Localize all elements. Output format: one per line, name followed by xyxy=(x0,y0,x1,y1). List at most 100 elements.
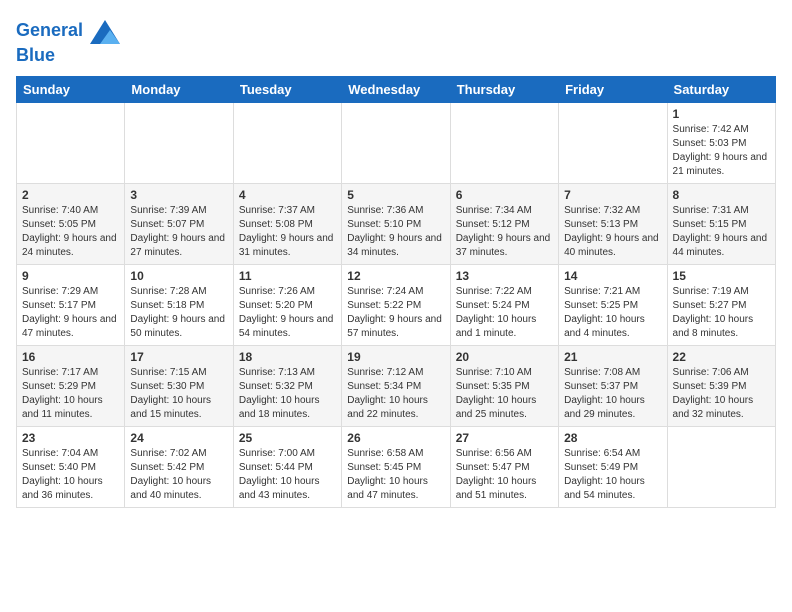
calendar-cell: 5 Sunrise: 7:36 AM Sunset: 5:10 PM Daylig… xyxy=(342,183,450,264)
calendar-cell xyxy=(450,102,558,183)
day-info: Sunrise: 7:21 AM Sunset: 5:25 PM Dayligh… xyxy=(564,285,661,341)
logo-text: General xyxy=(16,16,120,46)
calendar-body: 1 Sunrise: 7:42 AM Sunset: 5:03 PM Daylig… xyxy=(17,102,776,507)
day-info: Sunrise: 7:28 AM Sunset: 5:18 PM Dayligh… xyxy=(130,285,227,341)
day-number: 10 xyxy=(130,269,227,283)
day-info: Sunrise: 7:39 AM Sunset: 5:07 PM Dayligh… xyxy=(130,204,227,260)
day-info: Sunrise: 7:08 AM Sunset: 5:37 PM Dayligh… xyxy=(564,366,661,422)
day-info: Sunrise: 7:36 AM Sunset: 5:10 PM Dayligh… xyxy=(347,204,444,260)
calendar-week-5: 23Sunrise: 7:04 AM Sunset: 5:40 PM Dayli… xyxy=(17,426,776,507)
day-number: 6 xyxy=(456,188,553,202)
calendar-cell: 26 Sunrise: 6:58 AM Sunset: 5:45 PM Dayli… xyxy=(342,426,450,507)
day-info: Sunrise: 7:10 AM Sunset: 5:35 PM Dayligh… xyxy=(456,366,553,422)
day-number: 26 xyxy=(347,431,444,445)
calendar-cell: 12 Sunrise: 7:24 AM Sunset: 5:22 PM Dayli… xyxy=(342,264,450,345)
day-number: 5 xyxy=(347,188,444,202)
calendar-cell: 9 Sunrise: 7:29 AM Sunset: 5:17 PM Daylig… xyxy=(17,264,125,345)
day-info: Sunrise: 6:58 AM Sunset: 5:45 PM Dayligh… xyxy=(347,447,444,503)
calendar-cell: 17 Sunrise: 7:15 AM Sunset: 5:30 PM Dayli… xyxy=(125,345,233,426)
calendar-cell: 27 Sunrise: 6:56 AM Sunset: 5:47 PM Dayli… xyxy=(450,426,558,507)
day-number: 15 xyxy=(673,269,770,283)
day-number: 25 xyxy=(239,431,336,445)
day-info: Sunrise: 7:15 AM Sunset: 5:30 PM Dayligh… xyxy=(130,366,227,422)
day-number: 11 xyxy=(239,269,336,283)
calendar-cell xyxy=(559,102,667,183)
calendar-week-1: 1 Sunrise: 7:42 AM Sunset: 5:03 PM Daylig… xyxy=(17,102,776,183)
calendar-table: SundayMondayTuesdayWednesdayThursdayFrid… xyxy=(16,76,776,508)
day-info: Sunrise: 7:22 AM Sunset: 5:24 PM Dayligh… xyxy=(456,285,553,341)
day-number: 17 xyxy=(130,350,227,364)
calendar-cell: 25 Sunrise: 7:00 AM Sunset: 5:44 PM Dayli… xyxy=(233,426,341,507)
day-number: 4 xyxy=(239,188,336,202)
weekday-header-tuesday: Tuesday xyxy=(233,76,341,102)
day-info: Sunrise: 7:24 AM Sunset: 5:22 PM Dayligh… xyxy=(347,285,444,341)
day-info: Sunrise: 7:34 AM Sunset: 5:12 PM Dayligh… xyxy=(456,204,553,260)
day-info: Sunrise: 7:02 AM Sunset: 5:42 PM Dayligh… xyxy=(130,447,227,503)
calendar-cell: 20 Sunrise: 7:10 AM Sunset: 5:35 PM Dayli… xyxy=(450,345,558,426)
calendar-cell: 21 Sunrise: 7:08 AM Sunset: 5:37 PM Dayli… xyxy=(559,345,667,426)
day-number: 8 xyxy=(673,188,770,202)
calendar-week-3: 9 Sunrise: 7:29 AM Sunset: 5:17 PM Daylig… xyxy=(17,264,776,345)
day-number: 21 xyxy=(564,350,661,364)
calendar-cell: 11 Sunrise: 7:26 AM Sunset: 5:20 PM Dayli… xyxy=(233,264,341,345)
day-number: 28 xyxy=(564,431,661,445)
day-info: Sunrise: 6:54 AM Sunset: 5:49 PM Dayligh… xyxy=(564,447,661,503)
day-info: Sunrise: 6:56 AM Sunset: 5:47 PM Dayligh… xyxy=(456,447,553,503)
calendar-cell: 15 Sunrise: 7:19 AM Sunset: 5:27 PM Dayli… xyxy=(667,264,775,345)
day-info: Sunrise: 7:32 AM Sunset: 5:13 PM Dayligh… xyxy=(564,204,661,260)
day-info: Sunrise: 7:19 AM Sunset: 5:27 PM Dayligh… xyxy=(673,285,770,341)
day-number: 19 xyxy=(347,350,444,364)
weekday-header-saturday: Saturday xyxy=(667,76,775,102)
calendar-cell: 4Sunrise: 7:37 AM Sunset: 5:08 PM Daylig… xyxy=(233,183,341,264)
day-number: 13 xyxy=(456,269,553,283)
calendar-cell xyxy=(125,102,233,183)
day-number: 3 xyxy=(130,188,227,202)
calendar-cell: 8 Sunrise: 7:31 AM Sunset: 5:15 PM Daylig… xyxy=(667,183,775,264)
calendar-cell xyxy=(667,426,775,507)
logo: General Blue xyxy=(16,16,120,66)
day-info: Sunrise: 7:26 AM Sunset: 5:20 PM Dayligh… xyxy=(239,285,336,341)
calendar-cell: 13 Sunrise: 7:22 AM Sunset: 5:24 PM Dayli… xyxy=(450,264,558,345)
calendar-week-4: 16 Sunrise: 7:17 AM Sunset: 5:29 PM Dayli… xyxy=(17,345,776,426)
weekday-header-friday: Friday xyxy=(559,76,667,102)
day-info: Sunrise: 7:12 AM Sunset: 5:34 PM Dayligh… xyxy=(347,366,444,422)
day-number: 12 xyxy=(347,269,444,283)
day-info: Sunrise: 7:13 AM Sunset: 5:32 PM Dayligh… xyxy=(239,366,336,422)
calendar-cell: 2 Sunrise: 7:40 AM Sunset: 5:05 PM Daylig… xyxy=(17,183,125,264)
calendar-cell: 28 Sunrise: 6:54 AM Sunset: 5:49 PM Dayli… xyxy=(559,426,667,507)
day-number: 7 xyxy=(564,188,661,202)
logo-blue: Blue xyxy=(16,46,120,66)
page-header: General Blue xyxy=(16,16,776,66)
day-number: 16 xyxy=(22,350,119,364)
calendar-cell xyxy=(342,102,450,183)
day-number: 9 xyxy=(22,269,119,283)
day-info: Sunrise: 7:00 AM Sunset: 5:44 PM Dayligh… xyxy=(239,447,336,503)
calendar-cell: 19 Sunrise: 7:12 AM Sunset: 5:34 PM Dayli… xyxy=(342,345,450,426)
calendar-week-2: 2 Sunrise: 7:40 AM Sunset: 5:05 PM Daylig… xyxy=(17,183,776,264)
calendar-cell: 6 Sunrise: 7:34 AM Sunset: 5:12 PM Daylig… xyxy=(450,183,558,264)
day-info: Sunrise: 7:40 AM Sunset: 5:05 PM Dayligh… xyxy=(22,204,119,260)
calendar-cell: 1 Sunrise: 7:42 AM Sunset: 5:03 PM Daylig… xyxy=(667,102,775,183)
weekday-header-wednesday: Wednesday xyxy=(342,76,450,102)
day-info: Sunrise: 7:42 AM Sunset: 5:03 PM Dayligh… xyxy=(673,123,770,179)
calendar-cell: 23Sunrise: 7:04 AM Sunset: 5:40 PM Dayli… xyxy=(17,426,125,507)
day-number: 22 xyxy=(673,350,770,364)
calendar-cell xyxy=(233,102,341,183)
calendar-cell: 24Sunrise: 7:02 AM Sunset: 5:42 PM Dayli… xyxy=(125,426,233,507)
calendar-cell xyxy=(17,102,125,183)
calendar-cell: 22 Sunrise: 7:06 AM Sunset: 5:39 PM Dayli… xyxy=(667,345,775,426)
calendar-cell: 7 Sunrise: 7:32 AM Sunset: 5:13 PM Daylig… xyxy=(559,183,667,264)
day-number: 27 xyxy=(456,431,553,445)
calendar-cell: 3 Sunrise: 7:39 AM Sunset: 5:07 PM Daylig… xyxy=(125,183,233,264)
calendar-header-row: SundayMondayTuesdayWednesdayThursdayFrid… xyxy=(17,76,776,102)
weekday-header-thursday: Thursday xyxy=(450,76,558,102)
day-info: Sunrise: 7:29 AM Sunset: 5:17 PM Dayligh… xyxy=(22,285,119,341)
calendar-cell: 10 Sunrise: 7:28 AM Sunset: 5:18 PM Dayli… xyxy=(125,264,233,345)
day-number: 2 xyxy=(22,188,119,202)
day-info: Sunrise: 7:31 AM Sunset: 5:15 PM Dayligh… xyxy=(673,204,770,260)
weekday-header-sunday: Sunday xyxy=(17,76,125,102)
day-info: Sunrise: 7:17 AM Sunset: 5:29 PM Dayligh… xyxy=(22,366,119,422)
day-info: Sunrise: 7:06 AM Sunset: 5:39 PM Dayligh… xyxy=(673,366,770,422)
day-number: 1 xyxy=(673,107,770,121)
day-number: 20 xyxy=(456,350,553,364)
